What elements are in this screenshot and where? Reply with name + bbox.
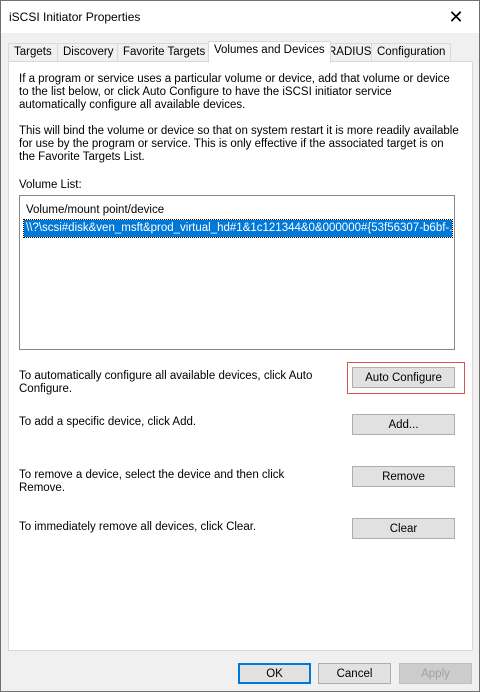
add-text: To add a specific device, click Add. (19, 416, 197, 428)
window-title: iSCSI Initiator Properties (9, 10, 141, 24)
clear-text: To immediately remove all devices, click… (19, 521, 257, 533)
bind-text: This will bind the volume or device so t… (19, 125, 459, 163)
tab-configuration[interactable]: Configuration (371, 43, 452, 62)
remove-text: To remove a device, select the device an… (19, 469, 285, 494)
volume-list-item[interactable]: \\?\scsi#disk&ven_msft&prod_virtual_hd#1… (23, 219, 453, 238)
remove-button[interactable]: Remove (352, 466, 455, 487)
dialog-window: iSCSI Initiator Properties ✕ Targets Dis… (0, 0, 480, 692)
ok-button[interactable]: OK (238, 663, 311, 684)
close-icon[interactable]: ✕ (433, 1, 479, 33)
tab-strip: Targets Discovery Favorite Targets Volum… (8, 41, 474, 63)
tab-discovery[interactable]: Discovery (57, 43, 120, 62)
tab-volumes-and-devices[interactable]: Volumes and Devices (208, 41, 331, 63)
volume-list-label: Volume List: (19, 179, 459, 192)
add-button[interactable]: Add... (352, 414, 455, 435)
volumes-devices-panel: If a program or service uses a particula… (8, 61, 473, 651)
volume-list[interactable]: Volume/mount point/device \\?\scsi#disk&… (19, 195, 455, 350)
auto-configure-text: To automatically configure all available… (19, 370, 313, 395)
tab-targets[interactable]: Targets (8, 43, 58, 62)
clear-button[interactable]: Clear (352, 518, 455, 539)
tab-favorite-targets[interactable]: Favorite Targets (117, 43, 212, 62)
auto-configure-button[interactable]: Auto Configure (352, 367, 455, 388)
title-bar: iSCSI Initiator Properties ✕ (1, 1, 479, 33)
intro-text: If a program or service uses a particula… (19, 73, 450, 111)
apply-button[interactable]: Apply (399, 663, 472, 684)
volume-list-label-text: Volume List: (19, 179, 82, 191)
volume-list-column-header: Volume/mount point/device (26, 204, 165, 216)
cancel-button[interactable]: Cancel (318, 663, 391, 684)
